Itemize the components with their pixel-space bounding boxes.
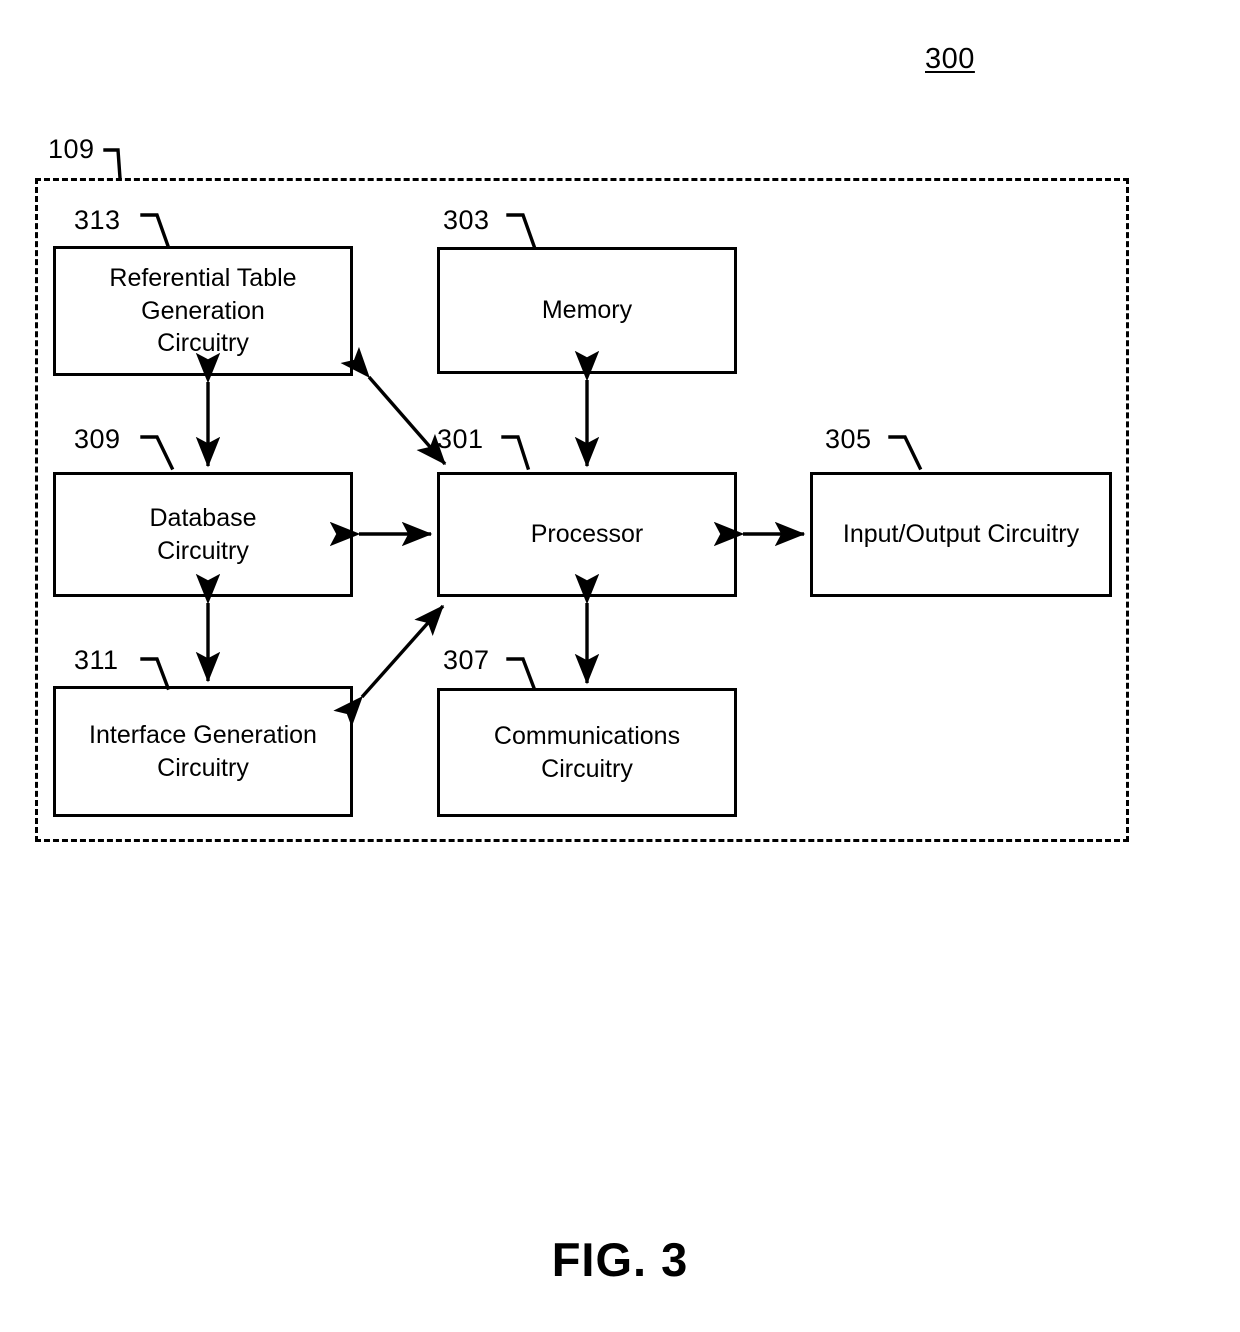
block-referential-table-generation-circuitry: Referential Table Generation Circuitry bbox=[53, 246, 353, 376]
block-communications-circuitry: Communications Circuitry bbox=[437, 688, 737, 817]
reference-numeral-307: 307 bbox=[443, 645, 490, 675]
block-label-line: Communications bbox=[493, 722, 681, 750]
block-label-line: Circuitry bbox=[157, 536, 249, 565]
reference-numeral-313: 313 bbox=[74, 205, 121, 235]
block-label-line: Memory bbox=[541, 296, 633, 325]
leader-line-109 bbox=[103, 148, 122, 180]
block-label-line: Circuitry bbox=[541, 754, 633, 783]
block-label-line: Circuitry bbox=[157, 329, 249, 358]
reference-numeral-305: 305 bbox=[825, 424, 872, 454]
block-interface-generation-circuitry: Interface Generation Circuitry bbox=[53, 686, 353, 817]
reference-numeral-303: 303 bbox=[443, 205, 490, 235]
block-processor: Processor bbox=[437, 472, 737, 597]
block-label-line: Referential Table bbox=[109, 264, 297, 293]
block-label-line: Processor bbox=[530, 520, 644, 549]
block-label-line: Interface Generation bbox=[89, 721, 317, 749]
reference-numeral-311: 311 bbox=[74, 645, 119, 675]
reference-numeral-301: 301 bbox=[437, 424, 484, 454]
patent-figure-page: 300 109 313 303 309 301 305 311 307 Refe… bbox=[0, 0, 1240, 1332]
block-label-line: Generation bbox=[141, 296, 265, 325]
block-database-circuitry: Database Circuitry bbox=[53, 472, 353, 597]
reference-numeral-109: 109 bbox=[48, 134, 95, 164]
block-input-output-circuitry: Input/Output Circuitry bbox=[810, 472, 1112, 597]
block-label-line: Input/Output Circuitry bbox=[842, 520, 1080, 549]
reference-numeral-309: 309 bbox=[74, 424, 121, 454]
diagram-reference-numeral: 300 bbox=[925, 43, 975, 75]
block-label-line: Database bbox=[149, 504, 257, 532]
figure-caption: FIG. 3 bbox=[551, 1233, 689, 1286]
block-label-line: Circuitry bbox=[157, 753, 249, 782]
block-memory: Memory bbox=[437, 247, 737, 374]
